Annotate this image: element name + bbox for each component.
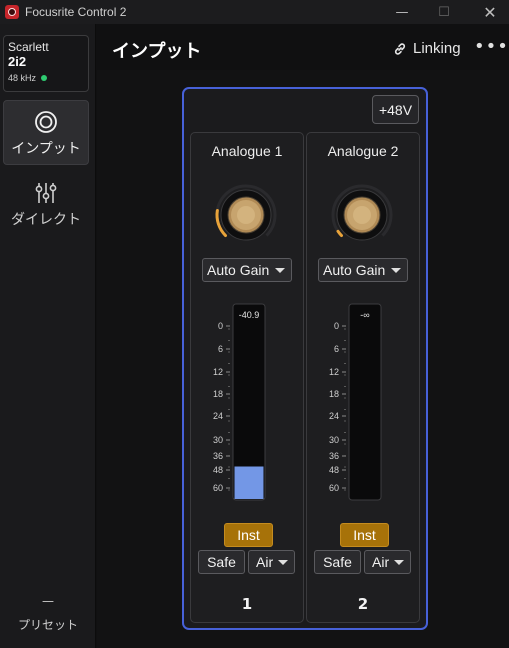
device-card[interactable]: Scarlett 2i2 48 kHz xyxy=(3,35,89,92)
linking-button[interactable]: Linking xyxy=(393,40,461,57)
sample-rate-label: 48 kHz xyxy=(8,73,37,83)
sidebar-item-direct[interactable]: ダイレクト xyxy=(3,172,89,232)
meter-scale-label: 36 xyxy=(213,451,223,461)
chevron-down-icon xyxy=(394,560,404,565)
input-rings-icon xyxy=(35,111,57,133)
channel-name: Analogue 1 xyxy=(211,143,283,159)
gain-mode-label: Auto Gain xyxy=(323,262,386,278)
window-title: Focusrite Control 2 xyxy=(25,5,127,19)
chevron-down-icon xyxy=(278,560,288,565)
inst-button[interactable]: Inst xyxy=(224,523,273,547)
channel-number: 2 xyxy=(357,595,369,613)
meter-scale-label: 48 xyxy=(213,465,223,475)
meter-scale-label: 60 xyxy=(213,483,223,493)
preset-label: プリセット xyxy=(17,618,78,632)
close-button[interactable]: ✕ xyxy=(472,0,508,24)
meter-scale-label: 24 xyxy=(213,411,223,421)
meter-scale-label: 30 xyxy=(329,435,339,445)
gain-knob[interactable] xyxy=(211,180,281,250)
focusrite-logo-icon xyxy=(5,5,19,19)
meter-scale-label: 30 xyxy=(213,435,223,445)
minimize-button[interactable]: — xyxy=(384,0,420,24)
air-select[interactable]: Air xyxy=(248,550,295,574)
chevron-down-icon xyxy=(391,268,401,273)
safe-button[interactable]: Safe xyxy=(198,550,245,574)
air-label: Air xyxy=(256,554,274,570)
gain-mode-select[interactable]: Auto Gain xyxy=(318,258,408,282)
link-icon xyxy=(394,42,406,55)
maximize-button[interactable]: ☐ xyxy=(426,0,462,24)
chevron-down-icon xyxy=(275,268,285,273)
device-model: 2i2 xyxy=(8,54,27,69)
gain-mode-select[interactable]: Auto Gain xyxy=(202,258,292,282)
sidebar-item-label: ダイレクト xyxy=(11,212,81,228)
level-meter: -40.9 0 6 12 18 24 30 36 48 60 xyxy=(213,303,266,501)
meter-level-bar xyxy=(234,466,264,499)
level-meter: -∞ 0 6 12 18 24 30 36 48 60 xyxy=(329,303,382,501)
phantom-power-button[interactable]: +48V xyxy=(372,95,419,124)
air-label: Air xyxy=(372,554,390,570)
meter-scale-label: 0 xyxy=(334,321,339,331)
meter-scale-label: 6 xyxy=(218,344,223,354)
meter-scale-label: 12 xyxy=(329,367,339,377)
peak-readout: -∞ xyxy=(360,310,369,320)
air-select[interactable]: Air xyxy=(364,550,411,574)
sidebar: Scarlett 2i2 48 kHz インプット ダイレクト — プリセット xyxy=(0,24,96,648)
preset-value: — xyxy=(42,594,54,608)
meter-scale-label: 12 xyxy=(213,367,223,377)
preset-selector[interactable]: — プリセット xyxy=(0,594,96,633)
meter-scale-label: 60 xyxy=(329,483,339,493)
page-title: インプット xyxy=(112,41,202,62)
meter-scale-label: 18 xyxy=(213,389,223,399)
sliders-icon xyxy=(35,183,57,203)
sample-rate: 48 kHz xyxy=(8,73,84,83)
meter-scale-label: 36 xyxy=(329,451,339,461)
channel-name: Analogue 2 xyxy=(327,143,399,159)
meter-scale-label: 0 xyxy=(218,321,223,331)
gain-knob[interactable] xyxy=(327,180,397,250)
channel-strip-1: Analogue 1 Auto Gain -40.9 0 6 12 18 24 30 36 4… xyxy=(190,132,304,623)
more-options-button[interactable]: ••• xyxy=(474,38,508,60)
linking-label: Linking xyxy=(413,40,461,57)
meter-scale-label: 48 xyxy=(329,465,339,475)
inst-button[interactable]: Inst xyxy=(340,523,389,547)
safe-button[interactable]: Safe xyxy=(314,550,361,574)
channel-number: 1 xyxy=(241,595,253,613)
peak-readout: -40.9 xyxy=(239,310,260,320)
gain-mode-label: Auto Gain xyxy=(207,262,270,278)
channel-strip-2: Analogue 2 Auto Gain -∞ 0 6 12 18 24 30 36 48 60… xyxy=(306,132,420,623)
meter-scale-label: 24 xyxy=(329,411,339,421)
sidebar-item-input[interactable]: インプット xyxy=(3,100,89,165)
meter-scale-label: 6 xyxy=(334,344,339,354)
meter-scale-label: 18 xyxy=(329,389,339,399)
status-dot-icon xyxy=(41,75,48,81)
sidebar-item-label: インプット xyxy=(11,141,81,157)
device-brand: Scarlett xyxy=(8,40,49,54)
